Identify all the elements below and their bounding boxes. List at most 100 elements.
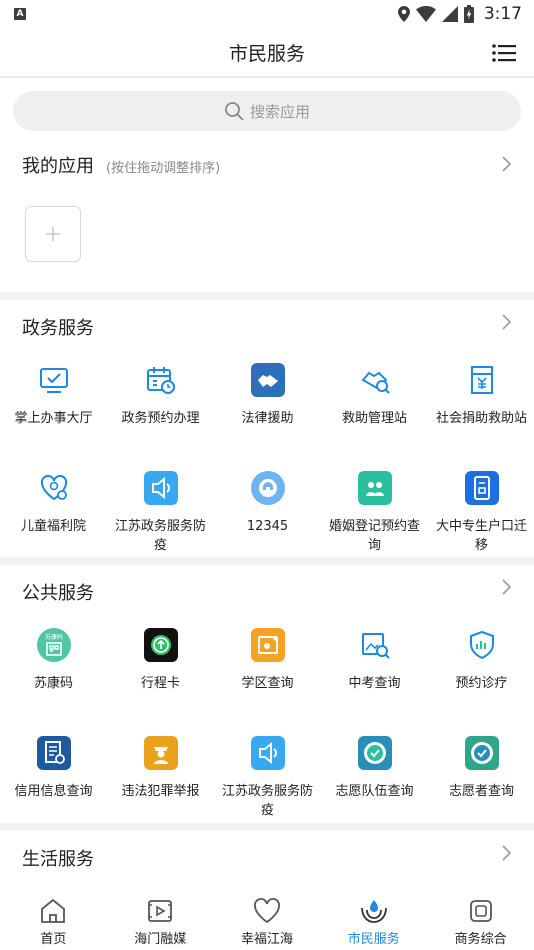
tab-label: 市民服务	[347, 932, 400, 947]
chevron-right-icon[interactable]	[500, 314, 512, 330]
app-label: 志愿队伍查询	[335, 784, 414, 799]
app-label: 江苏政务服务防疫	[221, 784, 313, 818]
app-tile-legal-aid[interactable]: 法律援助	[214, 363, 321, 428]
chevron-right-icon[interactable]	[500, 845, 512, 861]
heart-child-icon	[40, 474, 67, 501]
monitor-check-icon	[39, 368, 68, 393]
life-services-title: 生活服务	[22, 849, 94, 870]
search-placeholder: 搜索应用	[249, 102, 310, 121]
exam-search-icon	[361, 633, 390, 659]
gov-services-title: 政务服务	[22, 318, 94, 339]
tab-label: 商务综合	[454, 932, 507, 947]
app-tile-exam-query[interactable]: 中考查询	[321, 628, 428, 693]
app-tile-jiangsu-epidemic[interactable]: 江苏政务服务防疫	[107, 471, 214, 555]
app-tile-marriage-registration[interactable]: 婚姻登记预约查询	[321, 471, 428, 555]
notification-a-icon: A	[14, 8, 26, 20]
app-label: 行程卡	[140, 676, 180, 691]
status-bar: A 3:17	[0, 0, 534, 28]
medical-shield-icon	[469, 630, 494, 660]
volunteer-team-icon	[357, 736, 392, 770]
app-tile-medical-appointment[interactable]: 预约诊疗	[428, 628, 534, 693]
add-app-button[interactable]	[25, 206, 81, 262]
app-tile-health-code[interactable]: 苏康码 苏康码	[0, 628, 107, 693]
app-label: 法律援助	[241, 411, 294, 426]
app-label: 社会捐助救助站	[435, 411, 527, 426]
couple-icon	[357, 471, 392, 505]
life-services-section: 生活服务	[0, 831, 534, 890]
location-icon	[397, 6, 410, 22]
hotline-icon	[250, 471, 285, 505]
wifi-icon	[415, 6, 436, 22]
app-tile-volunteer[interactable]: 志愿者查询	[428, 736, 534, 801]
app-label: 信用信息查询	[14, 784, 93, 799]
search-input[interactable]: 搜索应用	[13, 91, 521, 131]
app-label: 学区查询	[241, 676, 294, 691]
tab-label: 首页	[40, 932, 67, 947]
public-services-section: 公共服务 苏康码 苏康码 行程卡 学区查询 中考查询 预约诊疗 信用信息查询 违…	[0, 565, 534, 823]
page-title: 市民服务	[228, 42, 305, 65]
app-tile-12345[interactable]: 12345	[214, 471, 321, 536]
section-divider	[0, 292, 534, 300]
section-divider	[0, 823, 534, 831]
section-divider	[0, 557, 534, 565]
media-play-icon	[148, 900, 173, 922]
app-label: 苏康码	[33, 676, 73, 691]
status-time: 3:17	[483, 4, 522, 24]
list-menu-icon[interactable]	[492, 43, 516, 63]
tab-business[interactable]: 商务综合	[427, 890, 534, 950]
tab-haimen-media[interactable]: 海门融媒	[107, 890, 214, 950]
app-tile-donation[interactable]: 社会捐助救助站	[428, 363, 534, 428]
calendar-clock-icon	[146, 367, 175, 394]
credit-document-icon	[36, 736, 71, 770]
app-tile-school-district[interactable]: 学区查询	[214, 628, 321, 693]
tab-citizen-services[interactable]: 市民服务	[320, 890, 427, 950]
app-tile-online-hall[interactable]: 掌上办事大厅	[0, 363, 107, 428]
app-label: 掌上办事大厅	[14, 411, 93, 426]
tab-label: 幸福江海	[240, 932, 293, 947]
search-icon	[225, 102, 244, 121]
app-tile-jiangsu-epidemic-2[interactable]: 江苏政务服务防疫	[214, 736, 321, 820]
app-label: 政务预约办理	[121, 411, 200, 426]
app-label: 中考查询	[348, 676, 401, 691]
signal-icon	[441, 6, 458, 22]
yen-receipt-icon	[470, 366, 493, 394]
app-tile-volunteer-team[interactable]: 志愿队伍查询	[321, 736, 428, 801]
app-tile-hukou-transfer[interactable]: 大中专生户口迁移	[428, 471, 534, 555]
app-label: 志愿者查询	[448, 784, 514, 799]
app-tile-children-welfare[interactable]: 儿童福利院	[0, 471, 107, 536]
plus-icon	[46, 227, 60, 241]
tab-label: 海门融媒	[134, 932, 187, 947]
id-card-icon	[464, 471, 499, 505]
app-label: 12345	[246, 519, 289, 534]
home-icon	[41, 898, 66, 923]
bottom-tab-bar: 首页 海门融媒 幸福江海 市民服务 商务综合	[0, 890, 534, 950]
app-tile-crime-report[interactable]: 违法犯罪举报	[107, 736, 214, 801]
citizen-service-icon	[360, 900, 387, 923]
speaker-icon	[143, 471, 178, 505]
app-tile-rescue-station[interactable]: 救助管理站	[321, 363, 428, 428]
health-code-badge-text: 苏康码	[44, 633, 62, 641]
chevron-right-icon[interactable]	[500, 579, 512, 595]
app-header: 市民服务	[0, 28, 534, 78]
app-tile-credit-info[interactable]: 信用信息查询	[0, 736, 107, 801]
police-report-icon	[143, 736, 178, 770]
volunteer-icon	[464, 736, 499, 770]
app-label: 婚姻登记预约查询	[328, 519, 420, 553]
business-icon	[469, 900, 492, 922]
app-tile-trip-card[interactable]: 行程卡	[107, 628, 214, 693]
school-district-icon	[250, 628, 285, 662]
helping-hands-search-icon	[360, 371, 390, 394]
battery-icon	[463, 5, 474, 23]
chevron-right-icon[interactable]	[500, 156, 512, 172]
app-label: 救助管理站	[341, 411, 407, 426]
my-apps-hint: (按住拖动调整排序)	[106, 161, 221, 176]
tab-home[interactable]: 首页	[0, 890, 107, 950]
app-label: 大中专生户口迁移	[435, 519, 527, 553]
tab-happy-jianghai[interactable]: 幸福江海	[214, 890, 321, 950]
app-label: 违法犯罪举报	[121, 784, 200, 799]
app-label: 儿童福利院	[20, 519, 86, 534]
handshake-icon	[250, 363, 285, 397]
heart-icon	[254, 898, 280, 924]
app-label: 江苏政务服务防疫	[114, 519, 206, 553]
app-tile-appointment[interactable]: 政务预约办理	[107, 363, 214, 428]
